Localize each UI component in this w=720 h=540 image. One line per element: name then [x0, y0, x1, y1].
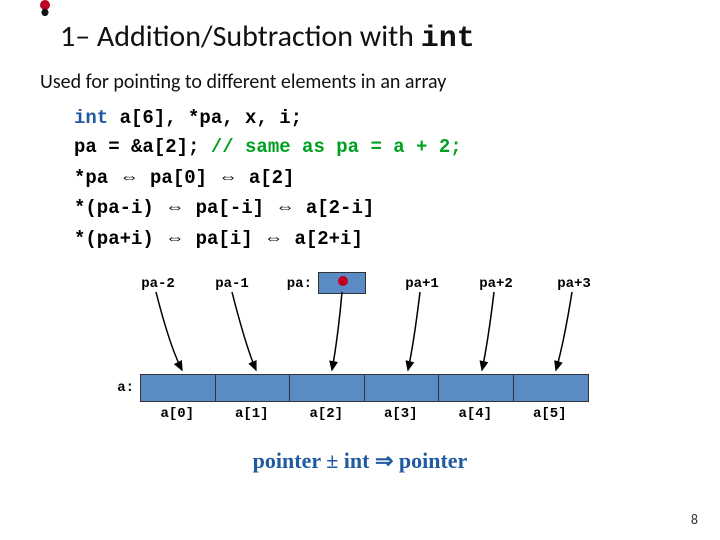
- ptr-label-pa+3: pa+3: [534, 276, 614, 292]
- title-keyword: int: [421, 22, 475, 56]
- code-line-2: pa = &a[2]; // same as pa = a + 2;: [74, 133, 680, 162]
- bullet-dot-icon: •: [40, 0, 50, 10]
- double-arrow-icon: ⇔: [165, 197, 184, 218]
- double-arrow-icon: ⇔: [165, 228, 184, 249]
- code-line-4: *(pa-i) ⇔ pa[-i] ⇔ a[2-i]: [74, 193, 680, 223]
- code-block: int a[6], *pa, x, i; pa = &a[2]; // same…: [74, 104, 680, 254]
- bullet-item: • Used for pointing to different element…: [40, 70, 680, 94]
- double-arrow-icon: ⇔: [120, 167, 139, 188]
- code-line-1: int a[6], *pa, x, i;: [74, 104, 680, 133]
- array-cell: [216, 375, 291, 401]
- slide-title: 1– Addition/Subtraction with int: [60, 18, 680, 56]
- double-arrow-icon: ⇔: [264, 228, 283, 249]
- array-cell: [514, 375, 589, 401]
- ptr-label-pa+1: pa+1: [382, 276, 462, 292]
- code-line-5: *(pa+i) ⇔ pa[i] ⇔ a[2+i]: [74, 224, 680, 254]
- array-cell: [365, 375, 440, 401]
- idx-label-3: a[3]: [364, 406, 439, 422]
- double-arrow-icon: ⇔: [275, 197, 294, 218]
- array-cells: [140, 374, 589, 402]
- idx-label-1: a[1]: [215, 406, 290, 422]
- idx-label-5: a[5]: [513, 406, 588, 422]
- bullet-text: Used for pointing to different elements …: [40, 70, 446, 94]
- pointer-diagram: pa-2 pa-1 pa: pa+1 pa+2 pa+3 a: a[0] a[1…: [80, 276, 640, 446]
- array-label: a:: [80, 380, 134, 396]
- title-text: 1– Addition/Subtraction with: [60, 18, 421, 55]
- array-cell: [439, 375, 514, 401]
- idx-label-0: a[0]: [140, 406, 215, 422]
- keyword-int: int: [74, 107, 108, 129]
- idx-label-2: a[2]: [289, 406, 364, 422]
- array-cell: [141, 375, 216, 401]
- double-arrow-icon: ⇔: [218, 167, 237, 188]
- array-cell: [290, 375, 365, 401]
- comment: // same as pa = a + 2;: [211, 136, 462, 158]
- code-line-3: *pa ⇔ pa[0] ⇔ a[2]: [74, 163, 680, 193]
- ptr-label-pa-1: pa-1: [192, 276, 272, 292]
- ptr-label-pa+2: pa+2: [456, 276, 536, 292]
- arrow-curves: [120, 292, 620, 354]
- formula: pointer ± int ⇒ pointer: [40, 448, 680, 474]
- ptr-label-pa-2: pa-2: [118, 276, 198, 292]
- ptr-label-pa: pa:: [266, 276, 312, 292]
- idx-label-4: a[4]: [438, 406, 513, 422]
- page-number: 8: [691, 511, 698, 528]
